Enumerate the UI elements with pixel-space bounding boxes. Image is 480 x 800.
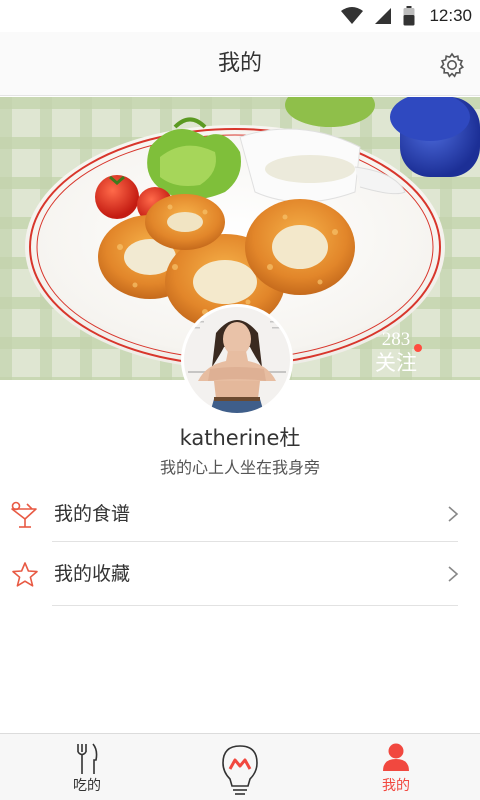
fork-knife-icon [77, 743, 98, 774]
battery-icon [403, 6, 415, 26]
tab-label: 我的 [382, 778, 410, 794]
chevron-right-icon [448, 566, 459, 582]
menu-divider [52, 541, 458, 542]
menu-item-label: 我的收藏 [54, 563, 131, 585]
menu-item-label: 我的食谱 [54, 503, 131, 525]
title-bar: 我的 [0, 32, 480, 96]
cellular-signal-icon [375, 8, 392, 24]
cocktail-glass-icon [11, 501, 37, 528]
tab-label: 吃的 [73, 778, 101, 794]
tab-eat[interactable]: 吃的 [37, 734, 137, 800]
lightbulb-icon [222, 745, 258, 795]
chevron-right-icon [448, 506, 459, 522]
menu-item-my-recipes[interactable]: 我的食谱 [0, 484, 480, 544]
wifi-icon [341, 7, 364, 24]
star-icon [12, 562, 38, 587]
menu-item-my-favorites[interactable]: 我的收藏 [0, 544, 480, 604]
avatar-image [184, 307, 290, 413]
avatar[interactable] [181, 304, 293, 416]
follow-label: 关注 [375, 351, 417, 375]
page-title: 我的 [217, 51, 262, 76]
bottom-nav: 吃的 我的 [0, 733, 480, 800]
status-icons: 12:30 [341, 0, 472, 32]
follow-count-button[interactable]: 283 关注 [366, 330, 426, 376]
user-signature: 我的心上人坐在我身旁 [159, 458, 320, 477]
menu-divider [52, 605, 458, 606]
username: katherine杜 [179, 426, 301, 450]
notification-dot [414, 344, 422, 352]
tab-discover[interactable] [190, 734, 290, 800]
person-icon [383, 743, 409, 771]
tab-mine[interactable]: 我的 [346, 734, 446, 800]
status-time: 12:30 [429, 6, 472, 25]
gear-icon[interactable] [438, 51, 466, 79]
status-bar: 12:30 [0, 0, 480, 32]
